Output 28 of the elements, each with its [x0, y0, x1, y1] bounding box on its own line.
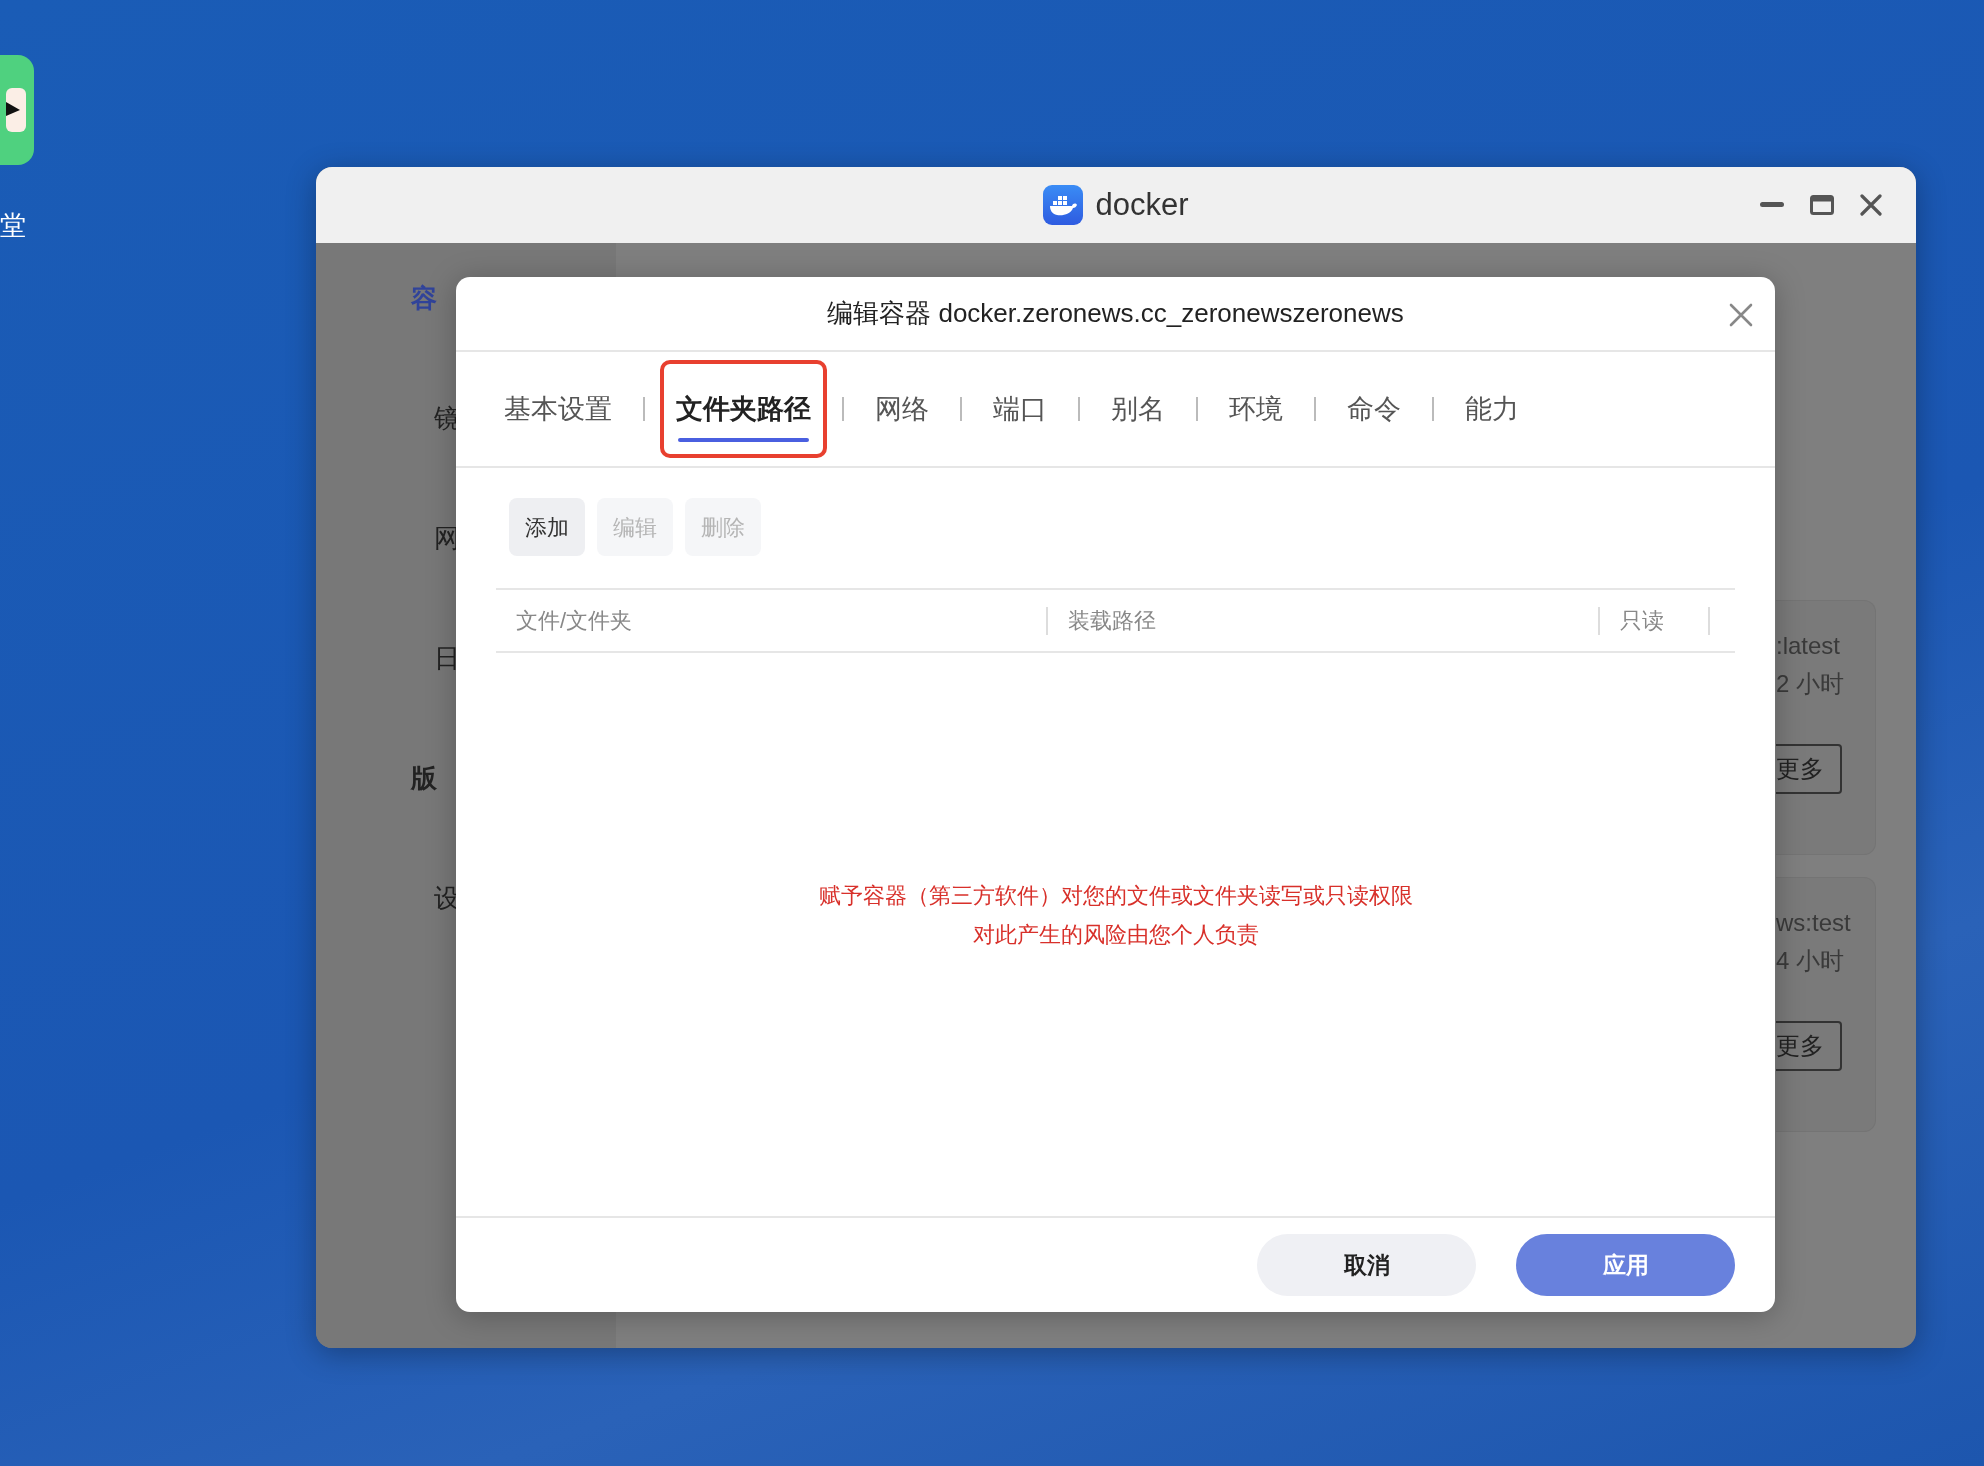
tab[interactable]: 环境	[1215, 362, 1297, 456]
dialog-title: 编辑容器 docker.zeronews.cc_zeronewszeronews	[827, 297, 1404, 330]
column-header: 只读	[1619, 607, 1665, 635]
app-label[interactable]: 堂	[0, 212, 26, 238]
warning-text: 对此产生的风险由您个人负责	[972, 920, 1259, 949]
tab[interactable]: 基本设置	[490, 362, 626, 456]
column-header: 装载路径	[1067, 607, 1157, 635]
close-icon[interactable]	[1729, 303, 1753, 327]
uptime-text: 4 小时	[1776, 946, 1845, 976]
minimize-icon[interactable]	[1760, 202, 1784, 208]
warning-text: 赋予容器（第三方软件）对您的文件或文件夹读写或只读权限	[818, 881, 1413, 910]
tab[interactable]: 文件夹路径	[662, 362, 825, 456]
image-name: :latest	[1776, 631, 1842, 661]
close-icon[interactable]	[1860, 194, 1882, 216]
column-header: 文件/文件夹	[515, 607, 634, 635]
tab[interactable]: 端口	[979, 362, 1061, 456]
image-name: ws:test	[1776, 908, 1852, 938]
apply-button[interactable]: 应用	[1516, 1234, 1735, 1296]
tab[interactable]: 能力	[1451, 362, 1533, 456]
uptime-text: 2 小时	[1776, 669, 1845, 699]
docker-logo-icon	[1043, 185, 1084, 225]
window-title: docker	[1095, 185, 1189, 224]
toolbar-button[interactable]: 添加	[509, 498, 585, 556]
tab[interactable]: 别名	[1097, 362, 1179, 456]
cancel-button[interactable]: 取消	[1257, 1234, 1476, 1296]
maximize-icon[interactable]	[1810, 195, 1834, 215]
tab[interactable]: 命令	[1333, 362, 1415, 456]
tab[interactable]: 网络	[861, 362, 943, 456]
